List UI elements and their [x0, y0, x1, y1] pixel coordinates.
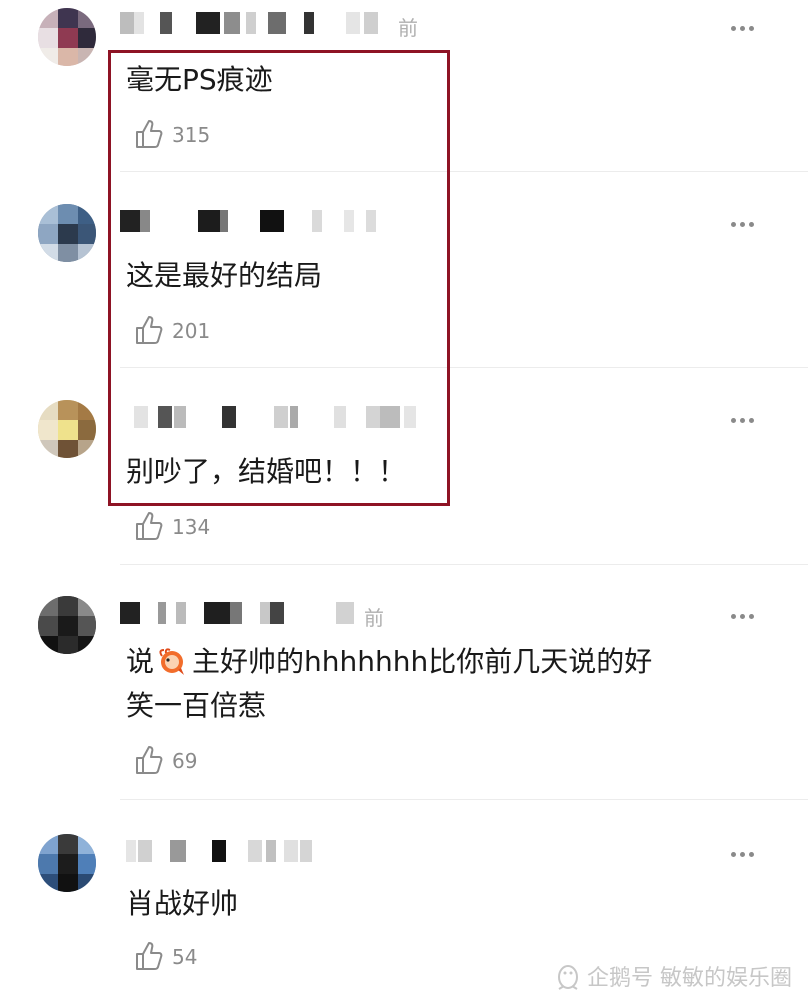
- shrimp-emoji-icon: [159, 648, 185, 675]
- avatar[interactable]: [38, 204, 96, 262]
- comment-text: 肖战好帅: [126, 887, 239, 920]
- comment-text-line2: 笑一百倍惹: [126, 689, 267, 722]
- more-icon[interactable]: [729, 12, 756, 36]
- username[interactable]: [126, 840, 326, 862]
- divider: [120, 564, 808, 565]
- timestamp: 前: [398, 16, 418, 40]
- avatar[interactable]: [38, 596, 96, 654]
- thumbs-up-icon: [136, 942, 163, 970]
- timestamp: 前: [364, 606, 384, 630]
- more-icon[interactable]: [729, 600, 756, 624]
- comment-text-before: 说: [126, 645, 155, 678]
- watermark: 企鹅号 敏敏的娱乐圈: [555, 960, 792, 992]
- comment-text-after: 主好帅的hhhhhhh比你前几天说的好: [192, 645, 653, 678]
- like-count: 69: [172, 749, 198, 773]
- comment-text: 说 主好帅的hhhhhhh比你前几天说的好 笑一百倍惹: [126, 640, 766, 728]
- thumbs-up-icon: [136, 512, 163, 540]
- more-icon[interactable]: [729, 404, 756, 428]
- like-count: 134: [172, 515, 211, 539]
- watermark-text: 企鹅号 敏敏的娱乐圈: [587, 966, 792, 991]
- more-icon[interactable]: [729, 838, 756, 862]
- avatar[interactable]: [38, 834, 96, 892]
- more-icon[interactable]: [729, 208, 756, 232]
- penguin-logo-icon: [558, 965, 578, 990]
- username[interactable]: [120, 602, 380, 624]
- avatar[interactable]: [38, 400, 96, 458]
- like-count: 54: [172, 945, 198, 969]
- avatar[interactable]: [38, 8, 96, 66]
- thumbs-up-icon: [136, 746, 163, 774]
- username[interactable]: [120, 12, 400, 34]
- divider: [120, 799, 808, 800]
- highlight-box: [108, 50, 450, 506]
